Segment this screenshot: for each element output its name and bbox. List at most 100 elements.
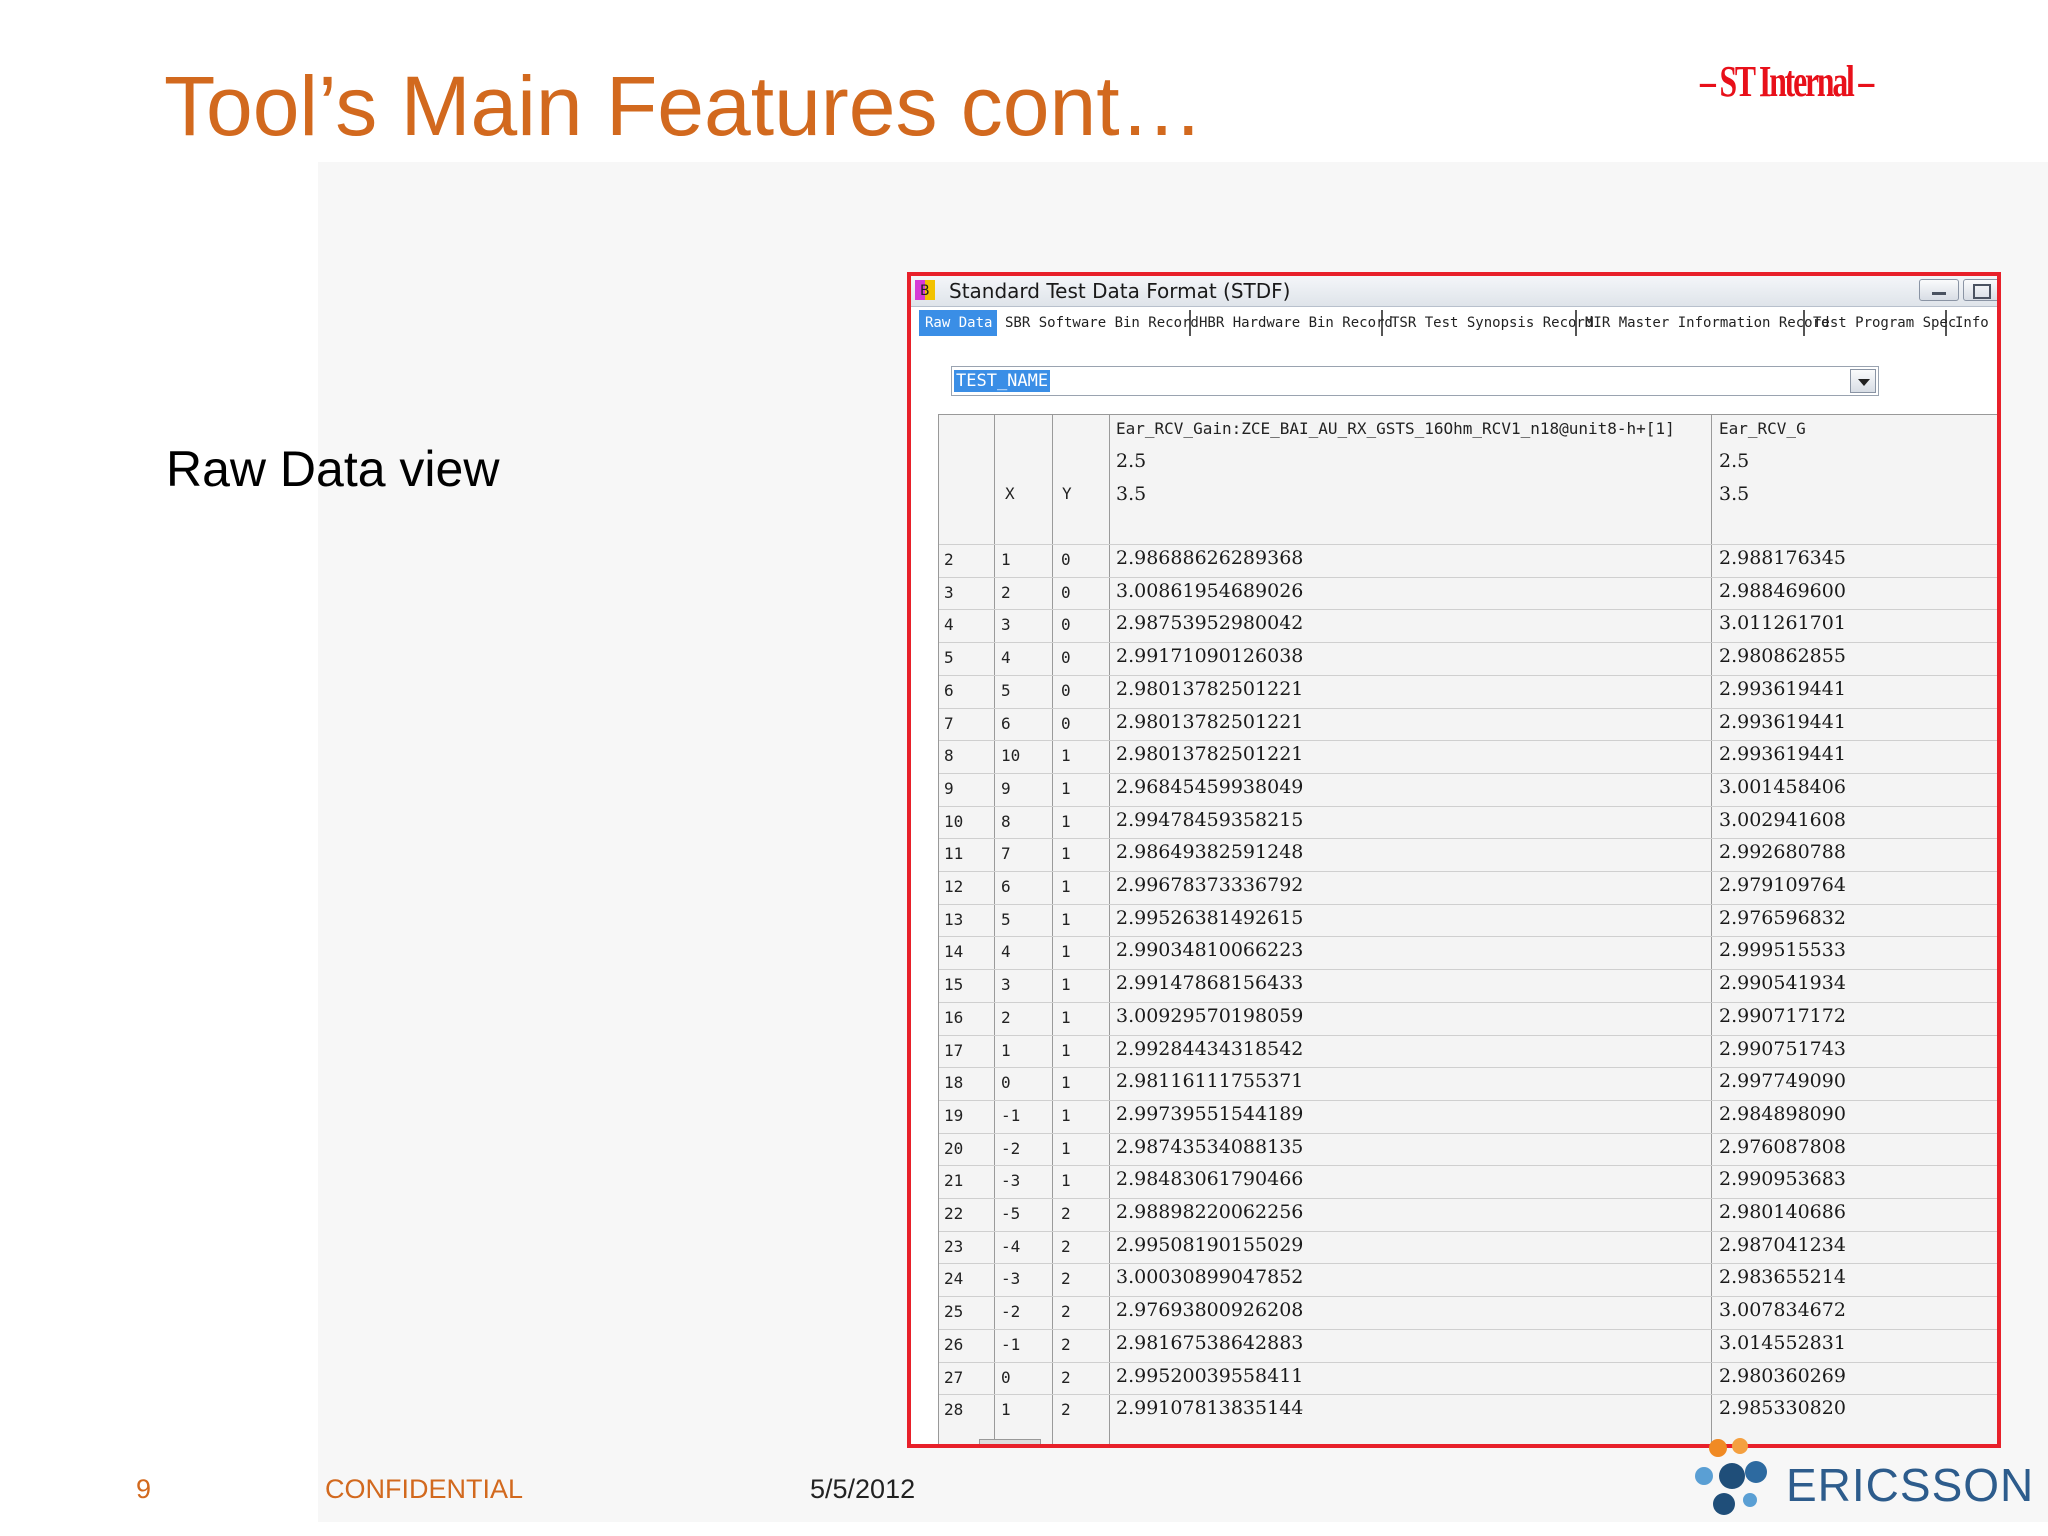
tab-raw-data[interactable]: Raw Data	[919, 310, 997, 336]
x-cell[interactable]: 5	[1001, 910, 1011, 929]
value-cell[interactable]: 2.99478459358215	[1116, 809, 1303, 831]
y-cell[interactable]: 0	[1061, 550, 1071, 569]
value-cell[interactable]: 2.98649382591248	[1116, 841, 1303, 863]
value-cell[interactable]: 2.98013782501221	[1116, 711, 1303, 733]
window-titlebar[interactable]: B Standard Test Data Format (STDF)	[911, 276, 1997, 307]
value-cell[interactable]: 2.98898220062256	[1116, 1201, 1303, 1223]
x-cell[interactable]: 1	[1001, 550, 1011, 569]
horizontal-scrollbar[interactable]	[979, 1439, 1041, 1444]
x-cell[interactable]: 7	[1001, 844, 1011, 863]
x-cell[interactable]: 5	[1001, 681, 1011, 700]
tab-tsr-test-synopsis-record[interactable]: TSR Test Synopsis Record	[1385, 310, 1593, 336]
x-cell[interactable]: -1	[1001, 1335, 1020, 1354]
value-cell[interactable]: 3.001458406	[1719, 776, 1846, 798]
y-cell[interactable]: 0	[1061, 681, 1071, 700]
value-cell[interactable]: 2.98013782501221	[1116, 678, 1303, 700]
value-cell[interactable]: 2.98167538642883	[1116, 1332, 1303, 1354]
x-cell[interactable]: -1	[1001, 1106, 1020, 1125]
row-index-cell[interactable]: 3	[944, 583, 954, 602]
value-cell[interactable]: 2.988176345	[1719, 547, 1846, 569]
row-index-cell[interactable]: 8	[944, 746, 954, 765]
y-cell[interactable]: 1	[1061, 1139, 1071, 1158]
y-cell[interactable]: 1	[1061, 1008, 1071, 1027]
row-index-cell[interactable]: 20	[944, 1139, 963, 1158]
x-cell[interactable]: -3	[1001, 1269, 1020, 1288]
value-cell[interactable]: 3.00861954689026	[1116, 580, 1303, 602]
value-cell[interactable]: 2.976596832	[1719, 907, 1846, 929]
value-cell[interactable]: 2.98688626289368	[1116, 547, 1303, 569]
x-cell[interactable]: 4	[1001, 648, 1011, 667]
value-cell[interactable]: 2.98483061790466	[1116, 1168, 1303, 1190]
value-cell[interactable]: 2.976087808	[1719, 1136, 1846, 1158]
x-cell[interactable]: 6	[1001, 877, 1011, 896]
row-index-cell[interactable]: 25	[944, 1302, 963, 1321]
x-cell[interactable]: 4	[1001, 942, 1011, 961]
x-cell[interactable]: -5	[1001, 1204, 1020, 1223]
value-cell[interactable]: 2.990751743	[1719, 1038, 1846, 1060]
value-cell[interactable]: 2.98743534088135	[1116, 1136, 1303, 1158]
column-header-2[interactable]: Ear_RCV_G	[1719, 419, 1806, 438]
y-cell[interactable]: 2	[1061, 1204, 1071, 1223]
value-cell[interactable]: 2.99526381492615	[1116, 907, 1303, 929]
y-cell[interactable]: 1	[1061, 1106, 1071, 1125]
y-cell[interactable]: 2	[1061, 1269, 1071, 1288]
value-cell[interactable]: 3.011261701	[1719, 612, 1846, 634]
column-header-1[interactable]: Ear_RCV_Gain:ZCE_BAI_AU_RX_GSTS_16Ohm_RC…	[1116, 419, 1675, 438]
y-cell[interactable]: 0	[1061, 615, 1071, 634]
minimize-button[interactable]	[1919, 279, 1959, 301]
x-cell[interactable]: 2	[1001, 583, 1011, 602]
y-cell[interactable]: 0	[1061, 648, 1071, 667]
y-cell[interactable]: 1	[1061, 844, 1071, 863]
row-index-cell[interactable]: 27	[944, 1368, 963, 1387]
value-cell[interactable]: 2.99678373336792	[1116, 874, 1303, 896]
tab-hbr-hardware-bin-record[interactable]: HBR Hardware Bin Record	[1193, 310, 1393, 336]
value-cell[interactable]: 2.980360269	[1719, 1365, 1846, 1387]
tab-sbr-software-bin-record[interactable]: SBR Software Bin Record	[999, 310, 1199, 336]
x-cell[interactable]: 3	[1001, 975, 1011, 994]
x-cell[interactable]: 10	[1001, 746, 1020, 765]
row-index-cell[interactable]: 23	[944, 1237, 963, 1256]
value-cell[interactable]: 3.00929570198059	[1116, 1005, 1303, 1027]
y-cell[interactable]: 2	[1061, 1400, 1071, 1419]
value-cell[interactable]: 2.999515533	[1719, 939, 1846, 961]
value-cell[interactable]: 2.99171090126038	[1116, 645, 1303, 667]
value-cell[interactable]: 2.99107813835144	[1116, 1397, 1303, 1419]
tab-test-program-spec[interactable]: Test Program Spec	[1807, 310, 1956, 336]
test-name-select[interactable]: TEST_NAME	[951, 366, 1879, 396]
row-index-cell[interactable]: 26	[944, 1335, 963, 1354]
value-cell[interactable]: 2.992680788	[1719, 841, 1846, 863]
value-cell[interactable]: 2.980140686	[1719, 1201, 1846, 1223]
value-cell[interactable]: 2.98753952980042	[1116, 612, 1303, 634]
value-cell[interactable]: 2.96845459938049	[1116, 776, 1303, 798]
row-index-cell[interactable]: 15	[944, 975, 963, 994]
row-index-cell[interactable]: 11	[944, 844, 963, 863]
x-cell[interactable]: 6	[1001, 714, 1011, 733]
x-cell[interactable]: -2	[1001, 1139, 1020, 1158]
y-cell[interactable]: 1	[1061, 910, 1071, 929]
row-index-cell[interactable]: 17	[944, 1041, 963, 1060]
row-index-cell[interactable]: 22	[944, 1204, 963, 1223]
row-index-cell[interactable]: 24	[944, 1269, 963, 1288]
x-cell[interactable]: 0	[1001, 1073, 1011, 1092]
row-index-cell[interactable]: 14	[944, 942, 963, 961]
y-cell[interactable]: 0	[1061, 714, 1071, 733]
value-cell[interactable]: 2.987041234	[1719, 1234, 1846, 1256]
value-cell[interactable]: 2.99739551544189	[1116, 1103, 1303, 1125]
maximize-button[interactable]	[1963, 279, 1997, 301]
value-cell[interactable]: 2.997749090	[1719, 1070, 1846, 1092]
value-cell[interactable]: 2.990717172	[1719, 1005, 1846, 1027]
y-cell[interactable]: 1	[1061, 746, 1071, 765]
row-index-cell[interactable]: 4	[944, 615, 954, 634]
y-cell[interactable]: 1	[1061, 975, 1071, 994]
row-index-cell[interactable]: 5	[944, 648, 954, 667]
x-cell[interactable]: 0	[1001, 1368, 1011, 1387]
y-cell[interactable]: 2	[1061, 1237, 1071, 1256]
value-cell[interactable]: 2.990953683	[1719, 1168, 1846, 1190]
row-index-cell[interactable]: 13	[944, 910, 963, 929]
value-cell[interactable]: 2.98013782501221	[1116, 743, 1303, 765]
value-cell[interactable]: 2.97693800926208	[1116, 1299, 1303, 1321]
y-cell[interactable]: 1	[1061, 1171, 1071, 1190]
value-cell[interactable]: 2.979109764	[1719, 874, 1846, 896]
x-cell[interactable]: -4	[1001, 1237, 1020, 1256]
value-cell[interactable]: 3.014552831	[1719, 1332, 1846, 1354]
